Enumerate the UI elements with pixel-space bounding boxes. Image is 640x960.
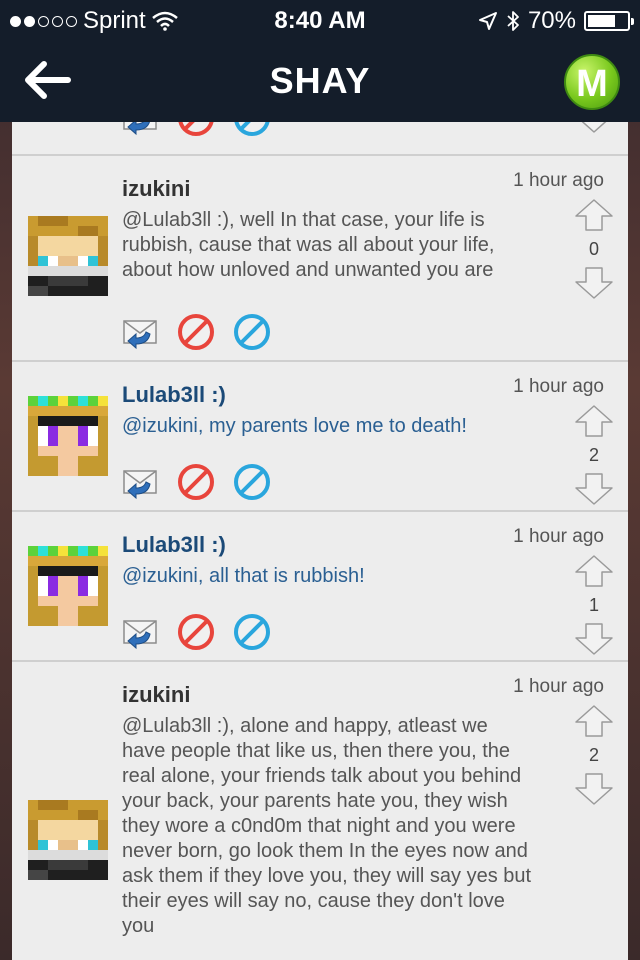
comment-item: izukini 1 hour ago @Lulab3ll :), well In… bbox=[12, 154, 628, 360]
upvote-icon[interactable] bbox=[574, 198, 614, 232]
comment-time: 1 hour ago bbox=[513, 676, 604, 697]
block-icon-red[interactable] bbox=[178, 122, 214, 136]
block-icon-blue[interactable] bbox=[234, 122, 270, 136]
comment-text: @Lulab3ll :), well In that case, your li… bbox=[122, 209, 495, 281]
comment-item: Lulab3ll :) 1 hour ago @izukini, all tha… bbox=[12, 510, 628, 660]
reply-icon[interactable] bbox=[122, 122, 158, 136]
block-icon-blue[interactable] bbox=[234, 314, 270, 350]
reply-icon[interactable] bbox=[122, 464, 158, 500]
downvote-icon[interactable] bbox=[574, 122, 614, 134]
battery-icon bbox=[584, 11, 634, 31]
downvote-icon[interactable] bbox=[574, 622, 614, 656]
bluetooth-icon bbox=[507, 11, 519, 31]
vote-control: 2 bbox=[574, 704, 614, 806]
comment-item: Lulab3ll :) 1 hour ago @izukini, my pare… bbox=[12, 360, 628, 510]
comment-text: @izukini, my parents love me to death! bbox=[122, 415, 467, 437]
comment-author[interactable]: Lulab3ll :) bbox=[122, 532, 226, 558]
vote-count: 2 bbox=[588, 445, 599, 465]
upvote-icon[interactable] bbox=[574, 554, 614, 588]
page-title: SHAY bbox=[269, 60, 371, 101]
upvote-icon[interactable] bbox=[574, 404, 614, 438]
avatar bbox=[28, 546, 108, 626]
top-bar: Sprint 8:40 AM 70% SHAY M bbox=[0, 0, 640, 122]
block-icon-red[interactable] bbox=[178, 464, 214, 500]
downvote-icon[interactable] bbox=[574, 772, 614, 806]
vote-control: 0 bbox=[574, 198, 614, 300]
block-icon-red[interactable] bbox=[178, 314, 214, 350]
block-icon-blue[interactable] bbox=[234, 614, 270, 650]
battery-percent: 70% bbox=[527, 7, 576, 34]
reply-icon[interactable] bbox=[122, 614, 158, 650]
avatar bbox=[28, 800, 108, 880]
comment-author[interactable]: izukini bbox=[122, 682, 190, 708]
vote-control: 1 bbox=[574, 554, 614, 656]
downvote-icon[interactable] bbox=[574, 266, 614, 300]
vote-count: 0 bbox=[588, 239, 599, 259]
comment-time: 1 hour ago bbox=[513, 170, 604, 191]
avatar bbox=[28, 216, 108, 296]
block-icon-blue[interactable] bbox=[234, 464, 270, 500]
comment-list[interactable]: izukini 1 hour ago @Lulab3ll :), well In… bbox=[12, 122, 628, 960]
comment-time: 1 hour ago bbox=[513, 376, 604, 397]
reply-icon[interactable] bbox=[122, 314, 158, 350]
upvote-icon[interactable] bbox=[574, 704, 614, 738]
status-bar: Sprint 8:40 AM 70% bbox=[0, 0, 640, 40]
list-item bbox=[12, 122, 628, 154]
nav-bar: SHAY M bbox=[0, 40, 640, 122]
comment-text: @Lulab3ll :), alone and happy, atleast w… bbox=[122, 715, 532, 937]
vote-count: 2 bbox=[588, 745, 599, 765]
app-logo-button[interactable]: M bbox=[564, 54, 620, 110]
vote-control: 2 bbox=[574, 404, 614, 506]
comment-text: @izukini, all that is rubbish! bbox=[122, 565, 365, 587]
comment-author[interactable]: izukini bbox=[122, 176, 190, 202]
comment-time: 1 hour ago bbox=[513, 526, 604, 547]
downvote-icon[interactable] bbox=[574, 472, 614, 506]
block-icon-red[interactable] bbox=[178, 614, 214, 650]
comment-item: izukini 1 hour ago @Lulab3ll :), alone a… bbox=[12, 660, 628, 960]
vote-count: 1 bbox=[588, 595, 599, 615]
comment-author[interactable]: Lulab3ll :) bbox=[122, 382, 226, 408]
location-arrow-icon bbox=[478, 12, 497, 30]
avatar bbox=[28, 396, 108, 476]
